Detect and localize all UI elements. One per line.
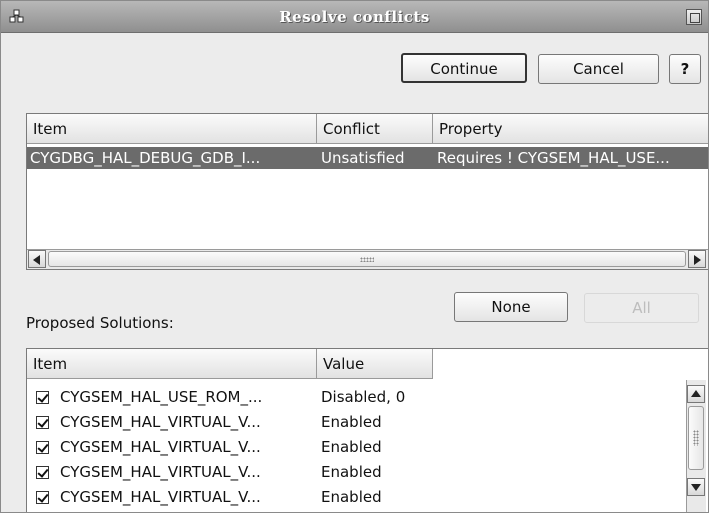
help-button[interactable]: ? — [669, 54, 701, 84]
solution-value-cell: Enabled — [321, 413, 382, 431]
list-item[interactable]: CYGSEM_HAL_VIRTUAL_V... Enabled — [27, 411, 687, 433]
grip-icon — [360, 257, 374, 262]
arrow-right-icon — [694, 255, 701, 265]
solution-checkbox[interactable] — [36, 491, 49, 504]
window-title: Resolve conflicts — [279, 8, 430, 26]
solution-checkbox[interactable] — [36, 441, 49, 454]
resolve-conflicts-dialog: Resolve conflicts Continue Cancel ? Item… — [0, 0, 709, 513]
maximize-button[interactable] — [686, 9, 702, 25]
conflict-type-cell: Unsatisfied — [321, 149, 405, 167]
arrow-down-icon — [691, 484, 701, 491]
conflicts-table: Item Conflict Property CYGDBG_HAL_DEBUG_… — [26, 113, 708, 270]
continue-button[interactable]: Continue — [401, 53, 527, 83]
horizontal-scrollbar[interactable] — [27, 249, 708, 269]
horizontal-scroll-thumb[interactable] — [48, 251, 686, 267]
solution-value-cell: Enabled — [321, 463, 382, 481]
solution-checkbox[interactable] — [36, 466, 49, 479]
solution-checkbox[interactable] — [36, 391, 49, 404]
solution-item-cell: CYGSEM_HAL_VIRTUAL_V... — [60, 488, 261, 506]
solution-item-cell: CYGSEM_HAL_USE_ROM_... — [60, 388, 263, 406]
solution-value-cell: Enabled — [321, 438, 382, 456]
scroll-left-button[interactable] — [28, 250, 46, 268]
solution-checkbox[interactable] — [36, 416, 49, 429]
list-item[interactable]: CYGSEM_HAL_VIRTUAL_V... Enabled — [27, 461, 687, 483]
conflict-item-cell: CYGDBG_HAL_DEBUG_GDB_I... — [30, 149, 261, 167]
title-bar[interactable]: Resolve conflicts — [1, 1, 708, 33]
none-button[interactable]: None — [454, 292, 568, 322]
column-header-property[interactable]: Property — [433, 114, 708, 144]
all-button: All — [584, 293, 699, 323]
list-item[interactable]: CYGSEM_HAL_VIRTUAL_V... Enabled — [27, 486, 687, 508]
column-header-item[interactable]: Item — [27, 349, 317, 379]
solution-item-cell: CYGSEM_HAL_VIRTUAL_V... — [60, 413, 261, 431]
proposed-solutions-label: Proposed Solutions: — [26, 314, 174, 332]
list-item[interactable]: CYGSEM_HAL_USE_ROM_... Disabled, 0 — [27, 386, 687, 408]
solution-item-cell: CYGSEM_HAL_VIRTUAL_V... — [60, 463, 261, 481]
scroll-right-button[interactable] — [688, 250, 706, 268]
vertical-scrollbar[interactable] — [686, 380, 706, 512]
vertical-scroll-thumb[interactable] — [688, 406, 704, 470]
arrow-left-icon — [33, 255, 40, 265]
solution-value-cell: Disabled, 0 — [321, 388, 406, 406]
scroll-down-button[interactable] — [687, 478, 705, 496]
cancel-button[interactable]: Cancel — [538, 54, 659, 84]
table-row[interactable]: CYGDBG_HAL_DEBUG_GDB_I... Unsatisfied Re… — [27, 147, 708, 169]
solution-value-cell: Enabled — [321, 488, 382, 506]
column-header-item[interactable]: Item — [27, 114, 317, 144]
solutions-table: Item Value CYGSEM_HAL_USE_ROM_... Disabl… — [26, 348, 708, 512]
grip-icon — [693, 430, 699, 446]
arrow-up-icon — [691, 390, 701, 397]
scroll-up-button[interactable] — [687, 385, 705, 403]
column-header-conflict[interactable]: Conflict — [317, 114, 433, 144]
list-item[interactable]: CYGSEM_HAL_VIRTUAL_V... Enabled — [27, 436, 687, 458]
column-header-value[interactable]: Value — [317, 349, 433, 379]
conflict-property-cell: Requires ! CYGSEM_HAL_USE... — [437, 149, 670, 167]
solution-item-cell: CYGSEM_HAL_VIRTUAL_V... — [60, 438, 261, 456]
